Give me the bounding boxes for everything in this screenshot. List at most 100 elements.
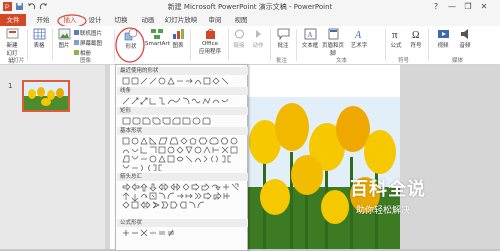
- wordart-button[interactable]: A 艺术字: [348, 28, 370, 49]
- group-label-slides: 幻灯片: [8, 58, 25, 64]
- formula-label: 公式: [390, 43, 402, 49]
- equation-shapes-icons: [123, 229, 174, 237]
- smartart-label: SmartArt: [145, 41, 170, 47]
- watermark-subtitle: 助你轻松解决: [356, 206, 411, 216]
- ribbon-tabs: 文件 开始 插入 设计 切换 动画 幻灯片放映 审阅 视图: [0, 14, 500, 28]
- gallery-header-recent: 最近使用的形状: [117, 67, 248, 75]
- group-label-images: 图像: [80, 58, 92, 64]
- office-apps-label-2: 应用程序: [198, 49, 221, 55]
- tulip-thumbnail-image: [24, 82, 68, 110]
- recent-shapes-icons: [122, 77, 229, 85]
- speaker-icon: [460, 29, 468, 39]
- tab-transitions[interactable]: 切换: [112, 15, 130, 26]
- tab-home[interactable]: 开始: [34, 15, 52, 26]
- chart-button[interactable]: 图表: [171, 28, 185, 49]
- tab-review[interactable]: 审阅: [206, 15, 224, 26]
- svg-text:A: A: [307, 31, 312, 39]
- equation-shapes-row[interactable]: [122, 229, 240, 237]
- watermark-title: 百科全说: [350, 179, 426, 200]
- header-footer-icon: [328, 28, 338, 40]
- link-label: 链接: [233, 43, 245, 49]
- link-button[interactable]: 链接: [233, 28, 245, 49]
- help-button[interactable]: ?: [430, 2, 442, 12]
- minimize-button[interactable]: —: [446, 2, 458, 12]
- pi-icon: π: [392, 29, 398, 40]
- textbox-label: 文本框: [301, 43, 319, 49]
- table-button[interactable]: 表格: [32, 28, 46, 49]
- comment-button[interactable]: 批注: [276, 28, 290, 49]
- svg-text:π: π: [392, 29, 398, 40]
- table-label: 表格: [33, 43, 45, 49]
- symbol-label: 符号: [410, 43, 422, 49]
- picture-icon: [58, 28, 70, 40]
- close-button[interactable]: ✕: [478, 2, 490, 12]
- recent-shapes-row[interactable]: [122, 77, 240, 85]
- online-picture-label: 联机图片: [80, 31, 103, 37]
- ribbon-separator: [228, 29, 229, 61]
- window-title: 新建 Microsoft PowerPoint 演示文稿 - PowerPoin…: [167, 3, 333, 11]
- tab-slideshow[interactable]: 幻灯片放映: [163, 15, 199, 26]
- comment-icon: [277, 28, 289, 40]
- tulip-photo[interactable]: [245, 97, 400, 249]
- smartart-button[interactable]: SmartArt: [145, 28, 170, 47]
- tab-view[interactable]: 视图: [232, 15, 250, 26]
- header-footer-label: 页眉和页脚: [322, 43, 345, 57]
- screenshot-label: 屏幕截图: [80, 41, 103, 47]
- ribbon-separator: [385, 29, 386, 61]
- gallery-header-arrows: 箭头总汇: [117, 173, 248, 181]
- online-picture-icon: [74, 30, 79, 35]
- slide-number: 1: [8, 82, 13, 90]
- audio-label: 音频: [459, 43, 471, 49]
- smartart-icon: [151, 29, 163, 39]
- ribbon-separator: [296, 29, 297, 61]
- screenshot-icon: [74, 40, 79, 45]
- rectangle-shapes-row[interactable]: [122, 117, 240, 125]
- gallery-header-rectangles: 矩形: [117, 107, 248, 115]
- slide-thumbnail[interactable]: [22, 80, 70, 112]
- comment-label: 批注: [277, 43, 289, 49]
- screenshot-button[interactable]: 屏幕截图: [74, 39, 112, 47]
- ribbon-separator: [52, 29, 53, 61]
- office-apps-button[interactable]: Office 应用程序: [196, 28, 224, 55]
- tab-design[interactable]: 设计: [86, 15, 104, 26]
- title-bar: P 新建 Microsoft PowerPoint 演示文稿 - PowerPo…: [0, 0, 500, 14]
- table-icon: [33, 28, 45, 40]
- basic-shapes-icons: [122, 137, 238, 171]
- shapes-highlight-circle: [115, 27, 145, 63]
- rectangle-shapes-icons: [122, 117, 211, 125]
- audio-button[interactable]: 音频: [458, 28, 472, 49]
- online-picture-button[interactable]: 联机图片: [74, 29, 112, 37]
- photo-album-icon: [74, 50, 79, 55]
- group-label-text: 文本: [336, 58, 348, 64]
- shapes-gallery-dropdown: 最近使用的形状 线条 矩形 基本形状 箭头总汇 公式形状: [115, 64, 248, 251]
- gallery-header-lines: 线条: [117, 87, 248, 95]
- textbox-button[interactable]: A 文本框: [300, 28, 320, 49]
- new-slide-icon: [6, 28, 18, 39]
- action-button[interactable]: 动作: [252, 28, 264, 49]
- symbol-button[interactable]: Ω 符号: [410, 28, 422, 49]
- arrow-shapes-grid[interactable]: [122, 183, 242, 217]
- restore-button[interactable]: ❐: [462, 2, 474, 12]
- ribbon-separator: [428, 29, 429, 61]
- image-small-buttons: 联机图片 屏幕截图 相册: [74, 29, 112, 57]
- formula-button[interactable]: π 公式: [390, 28, 402, 49]
- action-label: 动作: [252, 43, 264, 49]
- line-shapes-row[interactable]: [122, 97, 240, 105]
- ribbon-separator: [190, 29, 191, 61]
- group-label-media: 媒体: [452, 58, 464, 64]
- office-store-icon: [205, 29, 215, 39]
- gallery-header-equation-shapes: 公式形状: [117, 219, 248, 227]
- omega-icon: Ω: [412, 30, 419, 40]
- image-button[interactable]: 图片: [57, 28, 71, 49]
- tab-animations[interactable]: 动画: [139, 15, 157, 26]
- basic-shapes-grid[interactable]: [122, 137, 242, 171]
- video-button[interactable]: 视频: [436, 28, 450, 49]
- svg-text:A: A: [354, 30, 362, 40]
- tab-file[interactable]: 文件: [0, 14, 26, 26]
- gallery-header-basic-shapes: 基本形状: [117, 127, 248, 135]
- header-footer-button[interactable]: 页眉和页脚: [322, 28, 344, 57]
- textbox-icon: A: [304, 28, 316, 40]
- ribbon-separator: [27, 29, 28, 61]
- group-label-symbols: 符号: [398, 58, 410, 64]
- ribbon-separator: [270, 29, 271, 61]
